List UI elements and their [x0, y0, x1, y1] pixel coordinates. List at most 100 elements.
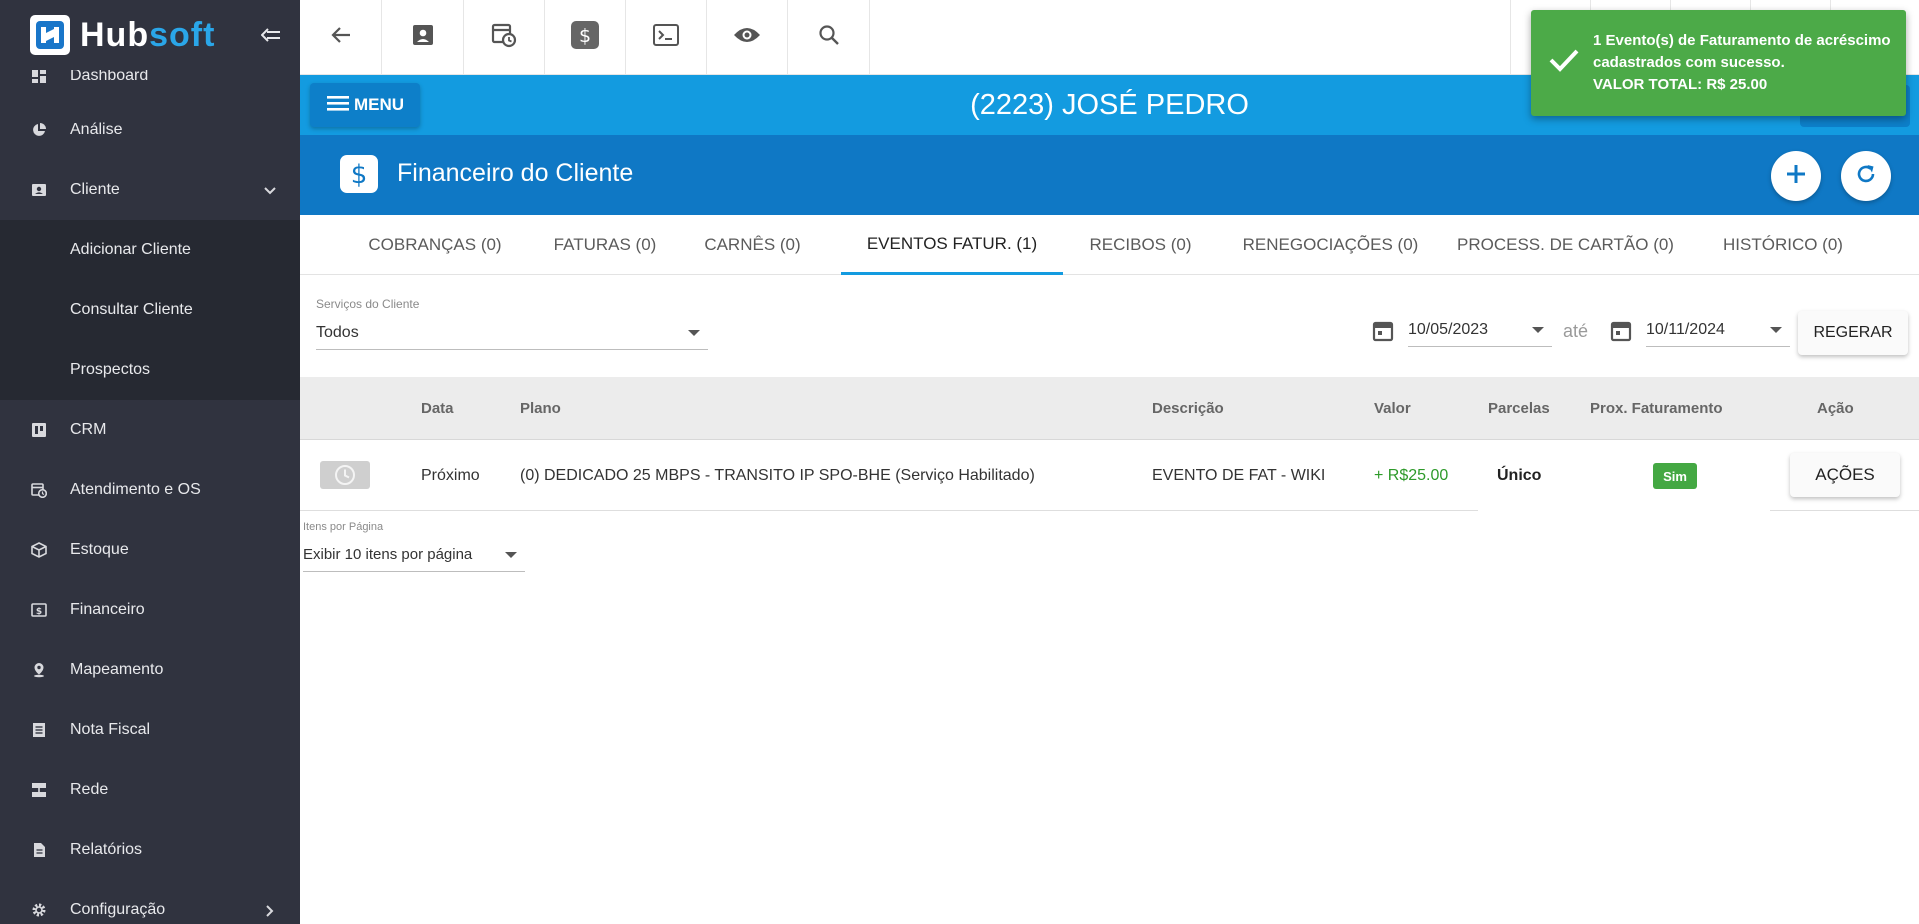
sidebar-item-label: Estoque — [70, 541, 129, 558]
sidebar-item-mapeamento[interactable]: Mapeamento — [0, 640, 300, 700]
sidebar-item-relatorios[interactable]: Relatórios — [0, 820, 300, 880]
caret-down-icon — [505, 551, 517, 558]
sidebar-item-label: Nota Fiscal — [70, 721, 151, 738]
cell-parcelas: Único — [1497, 466, 1542, 484]
sidebar-item-nota-fiscal[interactable]: Nota Fiscal — [0, 700, 300, 760]
tab-process-cartao[interactable]: PROCESS. DE CARTÃO (0) — [1443, 215, 1688, 275]
tab-renegociacoes[interactable]: RENEGOCIAÇÕES (0) — [1218, 215, 1443, 275]
logo-hub-text: Hub — [80, 15, 150, 54]
checkmark-icon — [1549, 48, 1579, 77]
date-from-value: 10/05/2023 — [1408, 320, 1489, 338]
regerar-button[interactable]: REGERAR — [1798, 311, 1908, 355]
sidebar-item-analise[interactable]: Análise — [0, 100, 300, 160]
column-header-parcelas[interactable]: Parcelas — [1488, 377, 1550, 440]
caret-down-icon — [1532, 326, 1544, 333]
column-header-descricao[interactable]: Descrição — [1152, 377, 1224, 440]
tab-carnes[interactable]: CARNÊS (0) — [680, 215, 825, 275]
plus-icon — [1785, 163, 1807, 190]
chevron-right-icon — [266, 904, 274, 922]
view-button[interactable] — [707, 0, 788, 75]
date-from-field[interactable]: 10/05/2023 — [1408, 313, 1552, 347]
sidebar-item-rede[interactable]: Rede — [0, 760, 300, 820]
column-header-valor[interactable]: Valor — [1374, 377, 1411, 440]
box-icon — [30, 541, 48, 559]
svg-text:$: $ — [36, 607, 42, 617]
table-row: Próximo (0) DEDICADO 25 MBPS - TRANSITO … — [300, 440, 1919, 511]
column-header-data[interactable]: Data — [421, 377, 454, 440]
page-size-select[interactable]: Exibir 10 itens por página — [303, 538, 525, 572]
financial-button[interactable]: $ — [545, 0, 626, 75]
hamburger-icon — [326, 94, 350, 117]
row-divider — [300, 510, 1478, 511]
add-button[interactable] — [1771, 151, 1821, 201]
app-logo-text: Hubsoft — [80, 16, 215, 55]
tab-faturas[interactable]: FATURAS (0) — [530, 215, 680, 275]
crm-icon — [30, 421, 48, 439]
sidebar-item-label: Financeiro — [70, 601, 145, 618]
sidebar-item-configuracao[interactable]: Configuração — [0, 880, 300, 924]
section-header: $ Financeiro do Cliente — [300, 135, 1919, 215]
status-badge: Sim — [1653, 463, 1697, 489]
page-title: Financeiro do Cliente — [397, 159, 634, 187]
calendar-icon[interactable] — [1610, 320, 1632, 347]
logo-bar: Hubsoft — [0, 0, 300, 70]
sidebar-item-cliente[interactable]: Cliente — [0, 160, 300, 220]
receipt-icon — [30, 721, 48, 739]
success-toast[interactable]: 1 Evento(s) de Faturamento de acréscimo … — [1531, 10, 1906, 116]
pie-chart-icon — [30, 121, 48, 139]
sidebar-item-label: Cliente — [70, 181, 120, 198]
services-label: Serviços do Cliente — [316, 297, 420, 311]
sidebar-subitem-consultar-cliente[interactable]: Consultar Cliente — [0, 280, 300, 340]
collapse-sidebar-icon[interactable] — [258, 22, 284, 48]
back-button[interactable] — [300, 0, 382, 75]
calendar-icon[interactable] — [1372, 320, 1394, 347]
tab-recibos[interactable]: RECIBOS (0) — [1063, 215, 1218, 275]
cell-plano: (0) DEDICADO 25 MBPS - TRANSITO IP SPO-B… — [520, 466, 1035, 484]
date-to-field[interactable]: 10/11/2024 — [1646, 313, 1790, 347]
sidebar-item-financeiro[interactable]: $ Financeiro — [0, 580, 300, 640]
sidebar-nav: Dashboard Análise Cliente Adicionar Clie… — [0, 60, 300, 924]
sidebar-item-label: CRM — [70, 421, 107, 438]
column-header-plano[interactable]: Plano — [520, 377, 561, 440]
refresh-button[interactable] — [1841, 151, 1891, 201]
page-size-label: Itens por Página — [303, 521, 384, 533]
caret-down-icon — [1770, 326, 1782, 333]
date-to-value: 10/11/2024 — [1646, 320, 1725, 338]
column-header-prox-faturamento[interactable]: Prox. Faturamento — [1590, 377, 1723, 440]
tab-historico[interactable]: HISTÓRICO (0) — [1688, 215, 1878, 275]
finance-tabs: COBRANÇAS (0) FATURAS (0) CARNÊS (0) EVE… — [300, 215, 1919, 275]
sidebar-subitem-prospectos[interactable]: Prospectos — [0, 340, 300, 400]
logo-soft-text: soft — [149, 15, 216, 54]
contact-card-icon — [411, 23, 435, 52]
sidebar-item-estoque[interactable]: Estoque — [0, 520, 300, 580]
contact-card-icon — [30, 181, 48, 199]
terminal-button[interactable] — [626, 0, 707, 75]
tab-cobrancas[interactable]: COBRANÇAS (0) — [340, 215, 530, 275]
cell-valor: + R$25.00 — [1374, 466, 1449, 484]
report-icon — [30, 841, 48, 859]
terminal-icon — [653, 23, 679, 52]
client-card-button[interactable] — [382, 0, 464, 75]
calendar-clock-icon — [30, 481, 48, 499]
sidebar-subitem-adicionar-cliente[interactable]: Adicionar Cliente — [0, 220, 300, 280]
dollar-icon: $ — [340, 155, 378, 193]
network-icon — [30, 781, 48, 799]
menu-button[interactable]: MENU — [310, 83, 420, 127]
tab-eventos-fatur[interactable]: EVENTOS FATUR. (1) — [841, 215, 1063, 275]
services-select[interactable]: Todos — [316, 316, 708, 350]
back-arrow-icon — [330, 26, 352, 49]
sidebar-item-label: Relatórios — [70, 841, 143, 858]
toast-message-line: 1 Evento(s) de Faturamento de acréscimo … — [1593, 32, 1891, 71]
sidebar: Dashboard Análise Cliente Adicionar Clie… — [0, 0, 300, 924]
sidebar-item-atendimento[interactable]: Atendimento e OS — [0, 460, 300, 520]
schedule-button[interactable] — [464, 0, 545, 75]
services-select-value: Todos — [316, 323, 359, 341]
sidebar-item-crm[interactable]: CRM — [0, 400, 300, 460]
page-size-value: Exibir 10 itens por página — [303, 546, 473, 563]
table-header: Data Plano Descrição Valor Parcelas Prox… — [300, 377, 1919, 440]
caret-down-icon — [688, 329, 700, 336]
money-icon: $ — [30, 601, 48, 619]
search-button[interactable] — [788, 0, 870, 75]
sidebar-item-label: Mapeamento — [70, 661, 164, 678]
acoes-button[interactable]: AÇÕES — [1790, 453, 1900, 497]
